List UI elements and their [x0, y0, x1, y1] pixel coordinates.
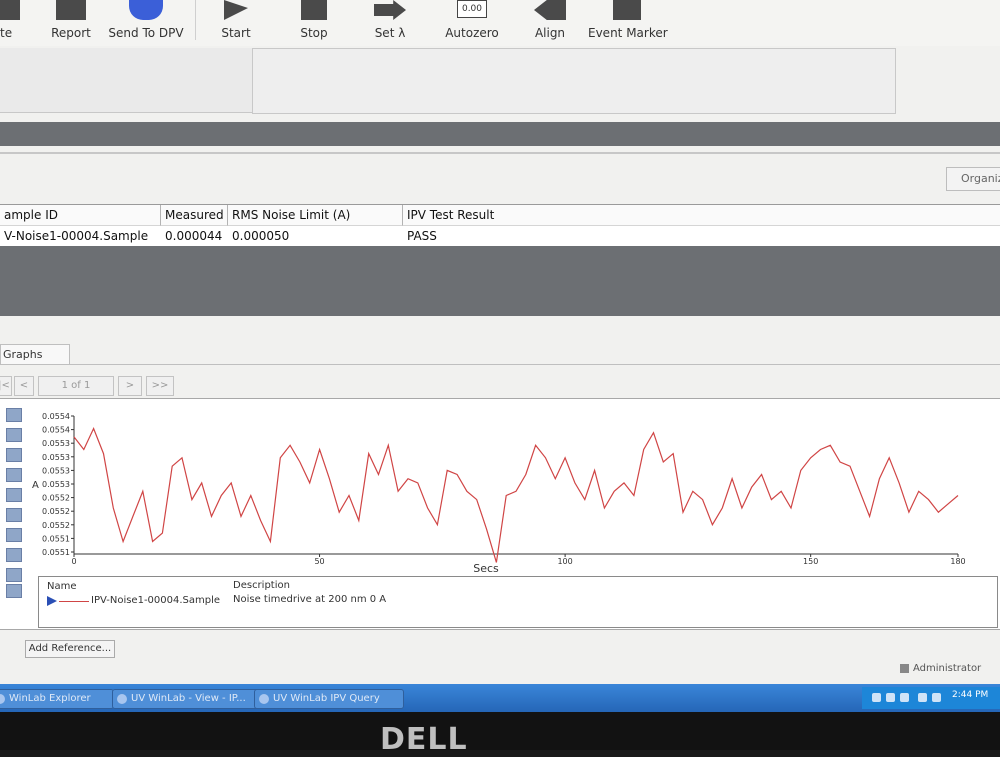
autozero-button[interactable]: 0.00 Autozero	[440, 0, 504, 46]
app-icon	[259, 694, 269, 704]
tray-network-icon[interactable]	[900, 693, 909, 702]
table-cell-ipv-test-result[interactable]: PASS	[403, 226, 707, 246]
x-tick-label: 150	[803, 557, 818, 566]
y-tick-label: 0.0553	[42, 439, 70, 448]
toolbar-separator	[195, 0, 196, 40]
column-header-rms-noise-limit[interactable]: RMS Noise Limit (A)	[228, 205, 403, 226]
page-indicator: 1 of 1	[38, 376, 114, 396]
info-panel-right	[252, 48, 896, 114]
send-icon	[129, 0, 163, 20]
y-tick-label: 0.0552	[42, 494, 70, 503]
stop-icon	[301, 0, 327, 20]
table-cell-sample-id[interactable]: V-Noise1-00004.Sample	[0, 226, 160, 246]
divider	[0, 152, 1000, 154]
x-tick-label: 0	[71, 557, 76, 566]
tab-divider	[0, 364, 1000, 365]
column-header-measured[interactable]: Measured	[161, 205, 228, 226]
y-tick-label: 0.0552	[42, 521, 70, 530]
column-header-sample-id[interactable]: ample ID	[0, 205, 161, 226]
tray-security-icon[interactable]	[886, 693, 895, 702]
tab-graphs[interactable]: Graphs	[0, 344, 70, 365]
y-axis-label: A	[32, 480, 39, 491]
report-icon	[56, 0, 86, 20]
series-line-swatch	[47, 596, 89, 606]
legend-entry-name[interactable]: IPV-Noise1-00004.Sample	[91, 595, 220, 606]
results-table: ample ID Measured RMS Noise Limit (A) IP…	[0, 204, 1000, 248]
y-tick-label: 0.0554	[42, 412, 70, 421]
report-button[interactable]: Report	[44, 0, 98, 46]
noise-chart[interactable]: 0.0554 0.0554 0.0553 0.0553 0.0553 0.0553 0.05…	[0, 398, 1000, 578]
tray-help-icon[interactable]	[872, 693, 881, 702]
monitor-logo: DELL	[380, 722, 468, 757]
prev-page-button[interactable]: <	[14, 376, 34, 396]
legend-arrow-icon	[47, 596, 57, 606]
toolbar-button-generic[interactable]: te	[0, 0, 24, 46]
y-tick-label: 0.0551	[42, 534, 70, 543]
tray-signal-icon[interactable]	[918, 693, 927, 702]
send-to-dpv-button[interactable]: Send To DPV	[108, 0, 184, 46]
stop-button[interactable]: Stop	[290, 0, 338, 46]
play-icon	[224, 0, 248, 20]
app-icon	[117, 694, 127, 704]
generic-icon	[0, 0, 20, 20]
event-marker-button[interactable]: Event Marker	[588, 0, 668, 46]
add-reference-button[interactable]: Add Reference...	[25, 640, 115, 658]
tray-volume-icon[interactable]	[932, 693, 941, 702]
x-axis-label: Secs	[473, 562, 499, 575]
align-button[interactable]: Align	[526, 0, 574, 46]
x-tick-label: 180	[950, 557, 965, 566]
next-page-button[interactable]: >	[118, 376, 142, 396]
app-icon	[0, 694, 5, 704]
pane-splitter[interactable]	[0, 122, 1000, 146]
legend-description-header: Description	[233, 580, 290, 591]
x-axis: 0 50 100 150 180	[71, 554, 966, 566]
autozero-icon: 0.00	[457, 0, 487, 18]
grid-icon[interactable]	[6, 584, 22, 598]
y-tick-label: 0.0553	[42, 453, 70, 462]
taskbar-item-view[interactable]: UV WinLab - View - IP...	[112, 689, 260, 709]
y-tick-label: 0.0552	[42, 507, 70, 516]
taskbar-item-explorer[interactable]: WinLab Explorer	[0, 689, 114, 709]
info-panel-left	[0, 48, 253, 113]
last-page-button[interactable]: >>	[146, 376, 174, 396]
align-icon	[534, 0, 566, 20]
monitor-bezel	[0, 712, 1000, 750]
legend-entry-description: Noise timedrive at 200 nm 0 A	[233, 594, 387, 605]
taskbar-item-ipv-query[interactable]: UV WinLab IPV Query	[254, 689, 404, 709]
legend-name-header: Name	[47, 581, 77, 592]
app-window: te Report Send To DPV Start Stop Set λ 0…	[0, 0, 1000, 712]
organize-button[interactable]: Organiz	[946, 167, 1000, 191]
toolbar: te Report Send To DPV Start Stop Set λ 0…	[0, 0, 1000, 46]
x-tick-label: 100	[557, 557, 572, 566]
legend-line-sample	[59, 601, 89, 602]
pane-splitter-lower[interactable]	[0, 246, 1000, 316]
user-icon	[900, 663, 909, 673]
y-tick-label: 0.0553	[42, 466, 70, 475]
arrow-icon	[374, 0, 406, 20]
graph-legend: Name Description IPV-Noise1-00004.Sample…	[38, 576, 998, 628]
y-tick-label: 0.0551	[42, 548, 70, 557]
column-header-ipv-test-result[interactable]: IPV Test Result	[403, 205, 1000, 226]
x-tick-label: 50	[314, 557, 324, 566]
set-lambda-button[interactable]: Set λ	[366, 0, 414, 46]
first-page-button[interactable]: |<	[0, 376, 12, 396]
y-tick-label: 0.0553	[42, 480, 70, 489]
y-tick-label: 0.0554	[42, 426, 70, 435]
table-cell-rms-noise-limit[interactable]: 0.000050	[228, 226, 402, 246]
status-user: Administrator	[900, 663, 981, 674]
series-line[interactable]	[73, 426, 959, 563]
table-cell-measured[interactable]: 0.000044	[161, 226, 227, 246]
y-axis: 0.0554 0.0554 0.0553 0.0553 0.0553 0.0553 0.05…	[42, 412, 74, 557]
clock[interactable]: 2:44 PM	[952, 690, 988, 700]
taskbar: WinLab Explorer UV WinLab - View - IP...…	[0, 684, 1000, 712]
marker-icon	[613, 0, 641, 20]
start-button[interactable]: Start	[212, 0, 260, 46]
